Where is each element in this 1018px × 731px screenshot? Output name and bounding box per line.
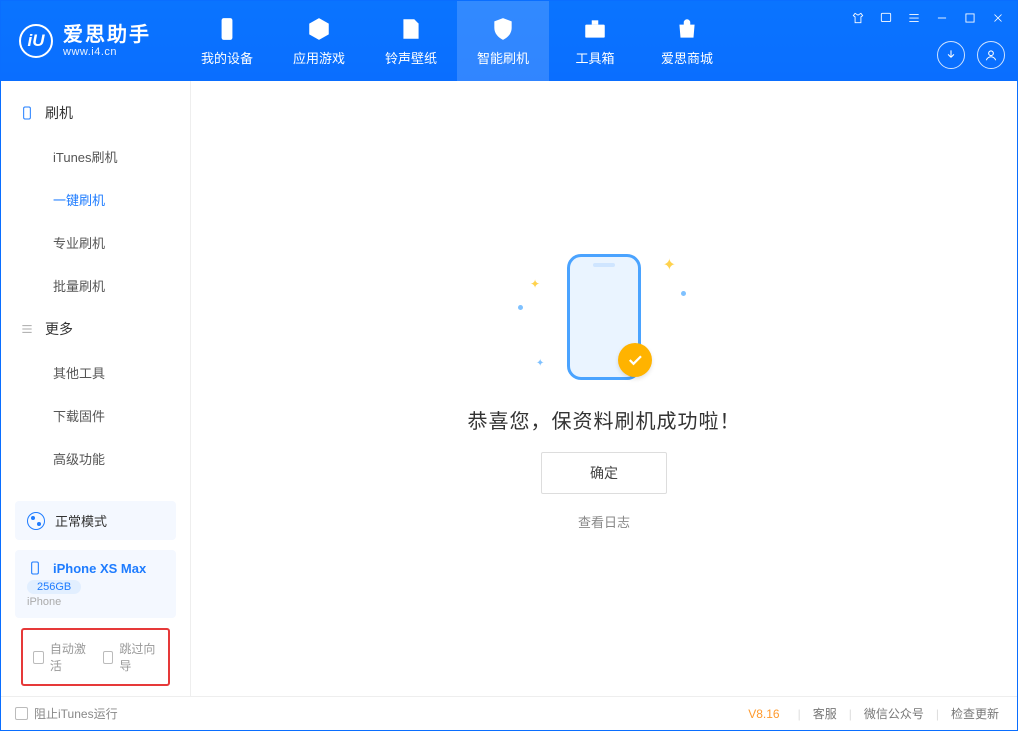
download-button[interactable] xyxy=(937,41,965,69)
account-button[interactable] xyxy=(977,41,1005,69)
feedback-icon[interactable] xyxy=(875,7,897,29)
tab-label: 应用游戏 xyxy=(293,48,345,67)
main-tabs: 我的设备 应用游戏 铃声壁纸 智能刷机 工具箱 爱思商城 xyxy=(181,1,733,81)
link-wechat[interactable]: 微信公众号 xyxy=(860,705,928,722)
device-type: iPhone xyxy=(27,596,164,608)
app-url: www.i4.cn xyxy=(63,46,151,58)
tab-flash[interactable]: 智能刷机 xyxy=(457,1,549,81)
checkbox-icon xyxy=(15,707,28,720)
sparkle-icon: ✦ xyxy=(530,277,540,291)
device-capacity: 256GB xyxy=(27,580,81,594)
sidebar-group-flash[interactable]: 刷机 xyxy=(1,91,190,135)
window-controls xyxy=(847,7,1009,29)
device-name: iPhone XS Max xyxy=(53,561,146,576)
sidebar-item-advanced[interactable]: 高级功能 xyxy=(1,437,190,480)
version-label: V8.16 xyxy=(748,707,779,721)
tab-ringtones[interactable]: 铃声壁纸 xyxy=(365,1,457,81)
link-check-update[interactable]: 检查更新 xyxy=(947,705,1003,722)
list-icon xyxy=(19,321,35,337)
ok-button[interactable]: 确定 xyxy=(541,452,667,494)
tab-store[interactable]: 爱思商城 xyxy=(641,1,733,81)
sidebar: 刷机 iTunes刷机 一键刷机 专业刷机 批量刷机 更多 其他工具 下载固件 … xyxy=(1,81,191,696)
minimize-button[interactable] xyxy=(931,7,953,29)
sidebar-item-itunes-flash[interactable]: iTunes刷机 xyxy=(1,135,190,178)
sidebar-group-more[interactable]: 更多 xyxy=(1,307,190,351)
sidebar-group-label: 刷机 xyxy=(45,103,73,123)
main-content: ✦ ✦ ✦ 恭喜您，保资料刷机成功啦！ 确定 查看日志 xyxy=(191,81,1017,696)
sidebar-item-onekey-flash[interactable]: 一键刷机 xyxy=(1,178,190,221)
sidebar-item-batch-flash[interactable]: 批量刷机 xyxy=(1,264,190,307)
device-panel[interactable]: iPhone XS Max 256GB iPhone xyxy=(15,550,176,618)
checkbox-icon xyxy=(103,651,114,664)
sidebar-group-label: 更多 xyxy=(45,319,73,339)
success-illustration: ✦ ✦ ✦ xyxy=(504,247,704,387)
app-name: 爱思助手 xyxy=(63,24,151,46)
mode-icon xyxy=(27,512,45,530)
bag-icon xyxy=(674,16,700,42)
dot-icon xyxy=(681,291,686,296)
tab-my-device[interactable]: 我的设备 xyxy=(181,1,273,81)
cube-icon xyxy=(306,16,332,42)
option-checkboxes-highlighted: 自动激活 跳过向导 xyxy=(21,628,170,686)
checkbox-label: 跳过向导 xyxy=(119,640,158,674)
success-check-icon xyxy=(618,343,652,377)
sparkle-icon: ✦ xyxy=(663,255,676,275)
dot-icon xyxy=(518,305,523,310)
checkbox-skip-guide[interactable]: 跳过向导 xyxy=(103,640,159,674)
shirt-icon[interactable] xyxy=(847,7,869,29)
link-support[interactable]: 客服 xyxy=(809,705,841,722)
titlebar: iU 爱思助手 www.i4.cn 我的设备 应用游戏 铃声壁纸 智能刷机 xyxy=(1,1,1017,81)
body: 刷机 iTunes刷机 一键刷机 专业刷机 批量刷机 更多 其他工具 下载固件 … xyxy=(1,81,1017,696)
checkbox-block-itunes[interactable]: 阻止iTunes运行 xyxy=(15,705,118,722)
phone-icon xyxy=(214,16,240,42)
view-log-link[interactable]: 查看日志 xyxy=(578,512,630,531)
titlebar-right xyxy=(937,41,1005,69)
tab-label: 铃声壁纸 xyxy=(385,48,437,67)
sparkle-icon: ✦ xyxy=(536,358,544,369)
checkbox-label: 自动激活 xyxy=(50,640,89,674)
app-logo: iU 爱思助手 www.i4.cn xyxy=(19,24,151,58)
sidebar-item-other-tools[interactable]: 其他工具 xyxy=(1,351,190,394)
sidebar-item-pro-flash[interactable]: 专业刷机 xyxy=(1,221,190,264)
sidebar-bottom: 正常模式 iPhone XS Max 256GB iPhone 自动激活 xyxy=(1,491,190,696)
success-message: 恭喜您，保资料刷机成功啦！ xyxy=(468,405,741,434)
music-file-icon xyxy=(398,16,424,42)
tab-label: 我的设备 xyxy=(201,48,253,67)
checkbox-label: 阻止iTunes运行 xyxy=(34,705,118,722)
statusbar: 阻止iTunes运行 V8.16 | 客服 | 微信公众号 | 检查更新 xyxy=(1,696,1017,730)
menu-icon[interactable] xyxy=(903,7,925,29)
logo-icon: iU xyxy=(19,24,53,58)
device-icon xyxy=(27,560,43,576)
tab-label: 工具箱 xyxy=(575,48,614,67)
tab-label: 智能刷机 xyxy=(477,48,529,67)
tab-apps[interactable]: 应用游戏 xyxy=(273,1,365,81)
phone-outline-icon xyxy=(19,105,35,121)
checkbox-auto-activate[interactable]: 自动激活 xyxy=(33,640,89,674)
mode-label: 正常模式 xyxy=(55,511,107,530)
app-window: iU 爱思助手 www.i4.cn 我的设备 应用游戏 铃声壁纸 智能刷机 xyxy=(0,0,1018,731)
sidebar-item-download-firmware[interactable]: 下载固件 xyxy=(1,394,190,437)
close-button[interactable] xyxy=(987,7,1009,29)
tab-label: 爱思商城 xyxy=(661,48,713,67)
maximize-button[interactable] xyxy=(959,7,981,29)
checkbox-icon xyxy=(33,651,44,664)
shield-refresh-icon xyxy=(490,16,516,42)
toolbox-icon xyxy=(582,16,608,42)
tab-toolbox[interactable]: 工具箱 xyxy=(549,1,641,81)
mode-panel[interactable]: 正常模式 xyxy=(15,501,176,540)
